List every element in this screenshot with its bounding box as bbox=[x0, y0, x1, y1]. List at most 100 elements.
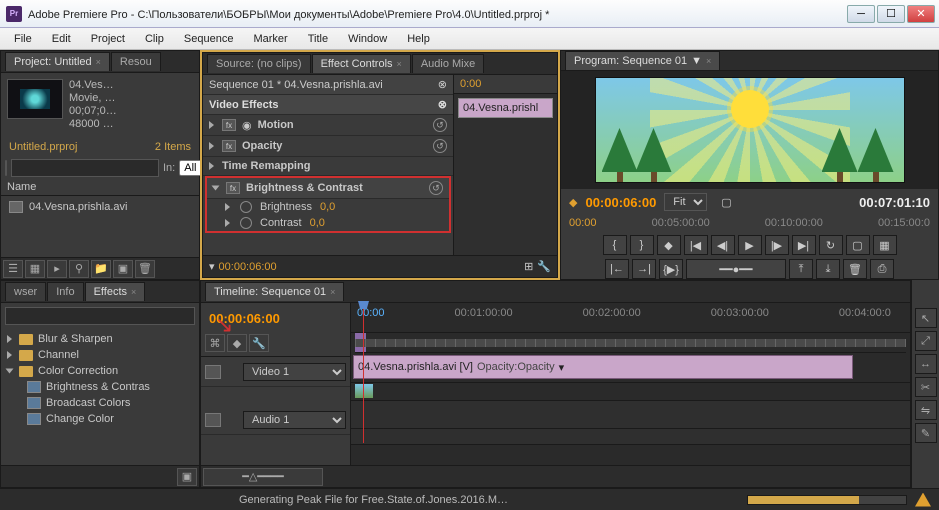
selection-tool[interactable]: ↖ bbox=[915, 308, 937, 328]
automate-button[interactable]: ▸ bbox=[47, 260, 67, 278]
close-button[interactable]: ✕ bbox=[907, 5, 935, 23]
zoom-icon[interactable]: ⊞ bbox=[524, 260, 533, 273]
fx-motion[interactable]: fx◉ Motion ↺ bbox=[203, 115, 453, 136]
search-icon[interactable] bbox=[5, 160, 7, 176]
minimize-button[interactable]: ─ bbox=[847, 5, 875, 23]
brightness-value[interactable]: 0,0 bbox=[320, 201, 335, 213]
dropdown-icon[interactable]: ▼ bbox=[691, 55, 702, 67]
razor-tool[interactable]: ✂ bbox=[915, 377, 937, 397]
safe-button[interactable]: ▢ bbox=[846, 235, 870, 255]
tab-program[interactable]: Program: Sequence 01 ▼ × bbox=[565, 51, 720, 70]
new-item-button[interactable]: ▣ bbox=[113, 260, 133, 278]
column-header-name[interactable]: Name bbox=[1, 179, 199, 196]
tab-audio-mixer[interactable]: Audio Mixe bbox=[412, 54, 484, 73]
close-icon[interactable]: × bbox=[397, 59, 402, 69]
zoom-fit-select[interactable]: Fit bbox=[664, 193, 707, 211]
icon-view-button[interactable]: ▦ bbox=[25, 260, 45, 278]
tab-timeline[interactable]: Timeline: Sequence 01× bbox=[205, 282, 344, 301]
jog-control[interactable]: ━━●━━ bbox=[686, 259, 786, 279]
program-current-time[interactable]: 00:00:06:00 bbox=[585, 195, 656, 210]
go-out-button[interactable]: ▶| bbox=[792, 235, 816, 255]
audio-track-2[interactable] bbox=[351, 429, 910, 445]
new-bin-button[interactable]: ▣ bbox=[177, 468, 197, 486]
timeline-clip[interactable]: 04.Vesna.prishla.avi [V] Opacity:Opacity… bbox=[353, 355, 853, 379]
audio-track-1[interactable] bbox=[351, 401, 910, 429]
toggle-visibility-icon[interactable] bbox=[205, 365, 221, 379]
tab-project[interactable]: Project: Untitled× bbox=[5, 52, 110, 71]
zoom-slider[interactable]: ━△━━━━ bbox=[203, 468, 323, 486]
fx-folder-blur[interactable]: Blur & Sharpen bbox=[5, 331, 195, 347]
tab-info[interactable]: Info bbox=[47, 282, 83, 301]
marker-icon[interactable]: ◆ bbox=[569, 196, 577, 209]
video-track-1-header[interactable]: Video 1 bbox=[201, 357, 350, 387]
fx-opacity[interactable]: fx Opacity ↺ bbox=[203, 136, 453, 157]
lock-icon[interactable] bbox=[225, 365, 239, 379]
set-out-button[interactable]: } bbox=[630, 235, 654, 255]
ec-video-effects-header[interactable]: Video Effects ⊗ bbox=[203, 95, 453, 115]
program-time-ruler[interactable]: 00:0000:05:00:0000:10:00:0000:15:00:0 bbox=[561, 215, 938, 231]
menu-file[interactable]: File bbox=[6, 31, 40, 47]
project-item[interactable]: 04.Vesna.prishla.avi bbox=[5, 198, 195, 216]
new-bin-button[interactable]: 📁 bbox=[91, 260, 111, 278]
toggle-mute-icon[interactable] bbox=[205, 413, 221, 427]
collapse-icon[interactable]: ⊗ bbox=[438, 98, 447, 111]
ec-clip-bar[interactable]: 04.Vesna.prishl bbox=[458, 98, 553, 118]
contrast-value[interactable]: 0,0 bbox=[310, 217, 325, 229]
audio-track-1-header[interactable]: Audio 1 bbox=[201, 405, 350, 435]
next-edit-button[interactable]: →| bbox=[632, 259, 656, 279]
chevron-icon[interactable]: ⊗ bbox=[438, 78, 447, 91]
go-start-icon[interactable]: ▾ bbox=[209, 260, 215, 273]
pen-tool[interactable]: ✎ bbox=[915, 423, 937, 443]
slip-tool[interactable]: ⇋ bbox=[915, 400, 937, 420]
tab-source[interactable]: Source: (no clips) bbox=[207, 54, 311, 73]
menu-edit[interactable]: Edit bbox=[44, 31, 79, 47]
export-frame-button[interactable]: ⎙ bbox=[870, 259, 894, 279]
fx-time-remapping[interactable]: Time Remapping bbox=[203, 157, 453, 176]
marker-button[interactable]: ◆ bbox=[657, 235, 681, 255]
delete-button[interactable]: 🗑 bbox=[135, 260, 155, 278]
extract-button[interactable]: ⤓ bbox=[816, 259, 840, 279]
fx-preset-broadcast-colors[interactable]: Broadcast Colors bbox=[5, 395, 195, 411]
effects-search-input[interactable] bbox=[5, 307, 195, 325]
prop-contrast[interactable]: Contrast 0,0 bbox=[207, 215, 449, 231]
lift-button[interactable]: ⤒ bbox=[789, 259, 813, 279]
set-in-button[interactable]: { bbox=[603, 235, 627, 255]
menu-marker[interactable]: Marker bbox=[245, 31, 295, 47]
close-icon[interactable]: × bbox=[706, 56, 711, 66]
fx-brightness-contrast[interactable]: fx Brightness & Contrast ↺ bbox=[207, 178, 449, 199]
ec-current-time[interactable]: 00:00:06:00 bbox=[219, 261, 277, 273]
step-fwd-button[interactable]: |▶ bbox=[765, 235, 789, 255]
close-icon[interactable]: × bbox=[131, 287, 136, 297]
fx-folder-color-correction[interactable]: Color Correction bbox=[5, 363, 195, 379]
fx-preset-brightness-contrast[interactable]: Brightness & Contras bbox=[5, 379, 195, 395]
reset-icon[interactable]: ↺ bbox=[433, 118, 447, 132]
menu-title[interactable]: Title bbox=[300, 31, 336, 47]
step-back-button[interactable]: ◀| bbox=[711, 235, 735, 255]
play-inout-button[interactable]: {▶} bbox=[659, 259, 683, 279]
list-view-button[interactable]: ☰ bbox=[3, 260, 23, 278]
prop-brightness[interactable]: Brightness 0,0 bbox=[207, 199, 449, 215]
close-icon[interactable]: × bbox=[330, 287, 335, 297]
fx-preset-change-color[interactable]: Change Color bbox=[5, 411, 195, 427]
warning-icon[interactable] bbox=[915, 493, 931, 507]
playhead[interactable] bbox=[363, 303, 364, 443]
go-in-button[interactable]: |◀ bbox=[684, 235, 708, 255]
timeline-work-area[interactable] bbox=[355, 333, 906, 353]
tab-resource[interactable]: Resou bbox=[111, 52, 161, 71]
video-track-select[interactable]: Video 1 bbox=[243, 363, 346, 381]
trash-button[interactable]: 🗑 bbox=[843, 259, 867, 279]
ripple-tool[interactable]: ↔ bbox=[915, 354, 937, 374]
menu-clip[interactable]: Clip bbox=[137, 31, 172, 47]
maximize-button[interactable]: ☐ bbox=[877, 5, 905, 23]
lock-icon[interactable] bbox=[225, 413, 239, 427]
audio-track-select[interactable]: Audio 1 bbox=[243, 411, 346, 429]
reset-icon[interactable]: ↺ bbox=[433, 139, 447, 153]
wrench-button[interactable]: 🔧 bbox=[249, 334, 269, 352]
tab-media-browser[interactable]: wser bbox=[5, 282, 46, 301]
video-track-1[interactable]: 04.Vesna.prishla.avi [V] Opacity:Opacity… bbox=[351, 353, 910, 383]
prev-edit-button[interactable]: |← bbox=[605, 259, 629, 279]
play-button[interactable]: ▶ bbox=[738, 235, 762, 255]
video-track-1-thumbs[interactable] bbox=[351, 383, 910, 401]
close-icon[interactable]: × bbox=[96, 57, 101, 67]
loop-button[interactable]: ↻ bbox=[819, 235, 843, 255]
